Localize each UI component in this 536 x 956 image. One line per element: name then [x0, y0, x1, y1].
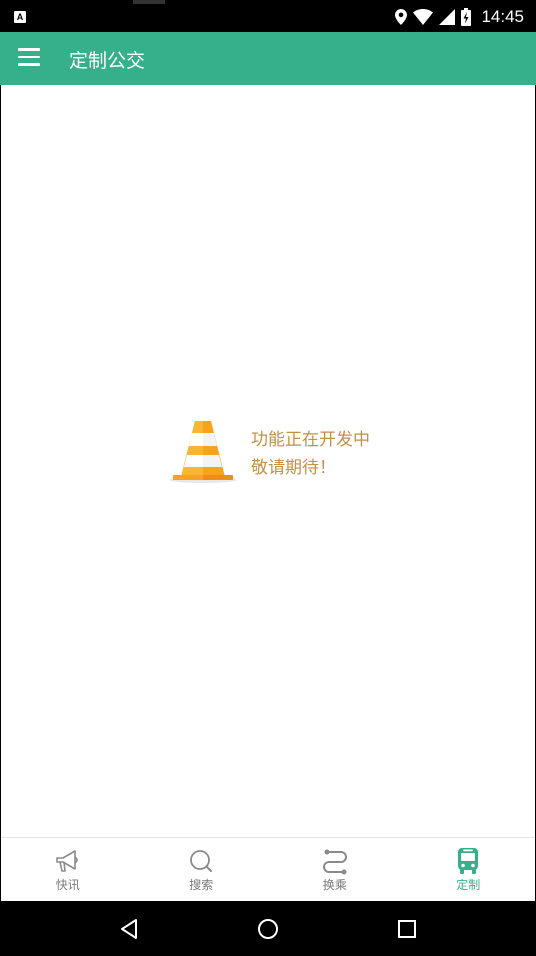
tab-news[interactable]: 快讯 [1, 838, 135, 901]
search-icon [190, 850, 213, 872]
tab-search[interactable]: 搜索 [135, 838, 269, 901]
transfer-route-icon [322, 849, 347, 875]
hamburger-icon [18, 48, 40, 51]
tab-news-label: 快讯 [55, 878, 80, 892]
tab-custom-bus-label: 定制 [456, 878, 481, 892]
wifi-icon [413, 9, 434, 25]
signal-icon [439, 9, 456, 25]
bottom-navigation: 快讯 搜索 换乘 定制 [1, 837, 535, 901]
tab-transfer-label: 换乘 [322, 878, 347, 892]
status-bar: A 14:45 [0, 0, 536, 32]
main-content: 功能正在开发中 敬请期待！ [1, 85, 535, 837]
recents-square-icon [397, 919, 416, 938]
traffic-cone-icon [169, 421, 237, 483]
message-line-1: 功能正在开发中 [251, 430, 370, 450]
recents-button[interactable] [387, 909, 427, 949]
tab-transfer[interactable]: 换乘 [268, 838, 402, 901]
back-button[interactable] [109, 909, 149, 949]
under-construction-notice: 功能正在开发中 敬请期待！ [167, 419, 407, 485]
app-bar: 定制公交 [0, 32, 536, 85]
menu-button[interactable] [18, 48, 42, 68]
page-title: 定制公交 [69, 50, 146, 72]
home-button[interactable] [248, 909, 288, 949]
bus-icon [458, 848, 479, 874]
clock: 14:45 [481, 7, 524, 26]
tab-custom-bus[interactable]: 定制 [402, 838, 536, 901]
battery-charging-icon [461, 8, 472, 26]
status-notch [133, 0, 165, 4]
home-circle-icon [257, 918, 278, 939]
system-icons: 14:45 [395, 6, 524, 28]
system-navigation-bar [0, 901, 536, 956]
tab-search-label: 搜索 [189, 878, 214, 892]
notification-icon: A [14, 11, 26, 23]
megaphone-icon [55, 850, 78, 872]
message-line-2: 敬请期待！ [251, 458, 336, 478]
location-icon [395, 9, 408, 25]
back-triangle-icon [121, 918, 138, 939]
status-message: 功能正在开发中 敬请期待！ [251, 426, 370, 482]
